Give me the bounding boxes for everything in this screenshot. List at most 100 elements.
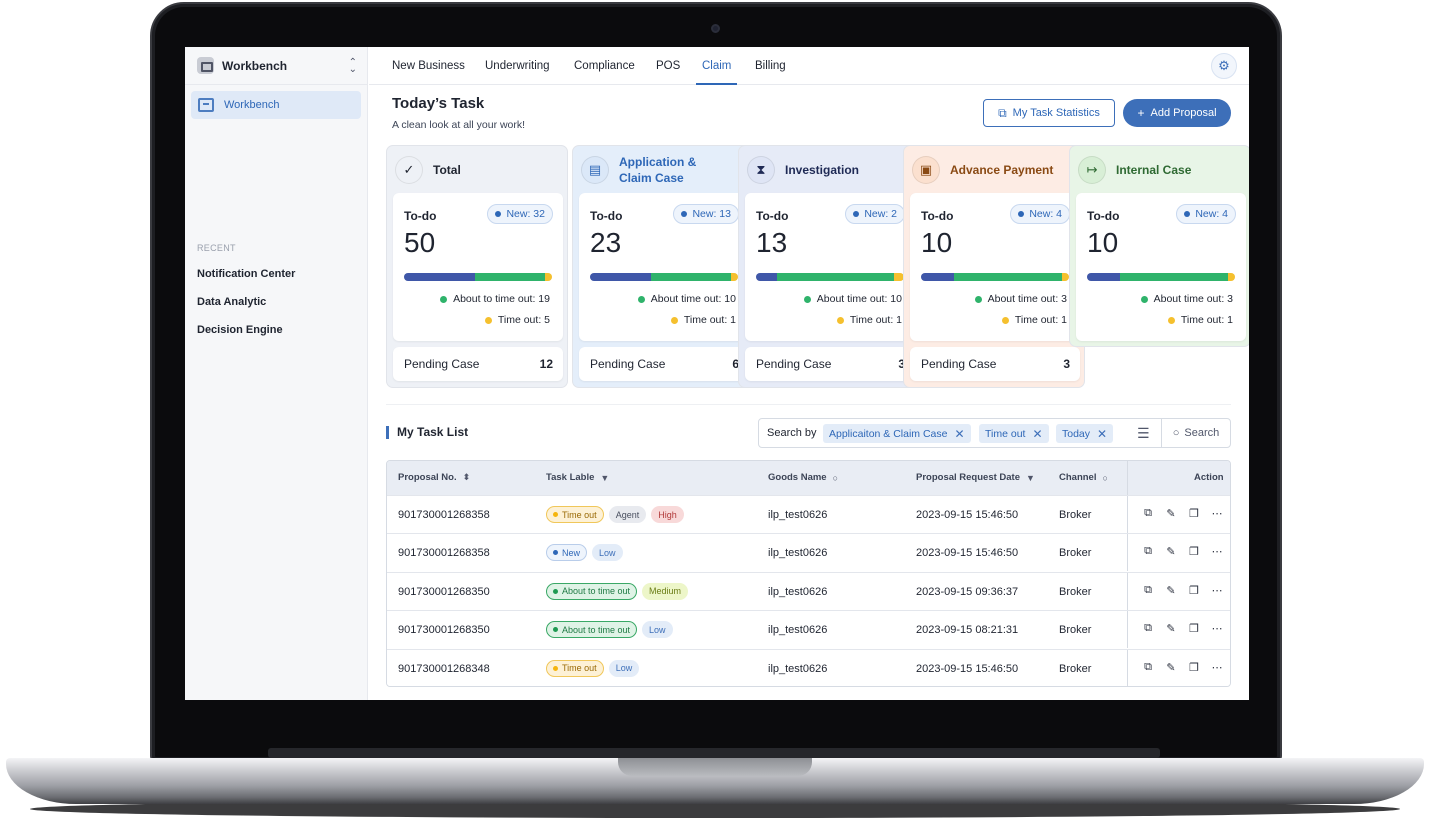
edit-icon[interactable]: ✎ [1164,661,1178,674]
recent-item-notification-center[interactable]: Notification Center [197,268,295,280]
copy-icon[interactable]: ❐ [1187,584,1201,597]
proposal-number[interactable]: 901730001268350 [398,586,490,598]
new-count-badge[interactable]: New: 4 [1176,204,1236,224]
tab-new-business[interactable]: New Business [392,47,465,85]
more-icon[interactable]: ⋯ [1210,661,1224,674]
status-progress-bar [590,273,738,281]
todo-count: 10 [921,227,953,258]
view-icon[interactable]: ⧉ [1141,622,1155,635]
more-icon[interactable]: ⋯ [1210,507,1224,520]
todo-label: To-do [590,209,623,223]
recent-item-decision-engine[interactable]: Decision Engine [197,324,283,336]
filter-chip-label: Applicaiton & Claim Case [829,427,948,440]
edit-icon[interactable]: ✎ [1164,507,1178,520]
view-icon[interactable]: ⧉ [1141,584,1155,597]
about-timeout-label: About time out: 10 [816,293,902,305]
task-card[interactable]: ⧗ Investigation To-do New: 2 13 About time ou… [738,145,920,388]
edit-icon[interactable]: ✎ [1164,622,1178,635]
tab-underwriting[interactable]: Underwriting [485,47,550,85]
proposal-number[interactable]: 901730001268350 [398,624,490,636]
table-row[interactable]: 901730001268350 About to time out Medium il… [387,571,1230,610]
request-date: 2023-09-15 15:46:50 [916,662,1019,675]
pending-case-row[interactable]: Pending Case 12 [393,347,563,381]
search-button[interactable]: ○ Search [1161,419,1230,447]
task-tags: About to time out Low [546,621,678,639]
copy-icon[interactable]: ❐ [1187,545,1201,558]
task-card[interactable]: ↦ Internal Case To-do New: 4 10 About time ou… [1069,145,1249,347]
tab-billing[interactable]: Billing [755,47,786,85]
tag-dot [553,665,558,671]
filter-chip-today[interactable]: Today ✕ [1056,424,1114,443]
pending-case-row[interactable]: Pending Case 3 [745,347,915,381]
settings-toggle-icon[interactable]: ⚙ [1211,53,1237,79]
column-header-goods[interactable]: Goods Name ○ [768,472,838,483]
tab-claim[interactable]: Claim [696,47,738,85]
proposal-number[interactable]: 901730001268348 [398,663,490,675]
more-icon[interactable]: ⋯ [1210,584,1224,597]
search-icon[interactable]: ○ [833,473,838,483]
my-task-statistics-button[interactable]: ⧉ My Task Statistics [983,99,1115,127]
new-count-badge[interactable]: New: 13 [673,204,739,224]
pending-case-row[interactable]: Pending Case 3 [910,347,1080,381]
column-header-channel[interactable]: Channel ○ [1059,472,1108,483]
workspace-switcher[interactable]: Workbench ⌃ ⌄ [185,47,368,85]
view-icon[interactable]: ⧉ [1141,507,1155,520]
goods-name: ilp_test0626 [768,547,828,560]
tab-pos[interactable]: POS [656,47,680,85]
sort-icon[interactable]: ⬍ [463,472,471,483]
table-row[interactable]: 901730001268358 New Low ilp_test0626 2023-09… [387,533,1230,572]
view-icon[interactable]: ⧉ [1141,661,1155,674]
task-card[interactable]: ▣ Advance Payment To-do New: 4 10 About time … [903,145,1085,388]
column-header-task-label[interactable]: Task Lable ▼ [546,472,609,483]
column-header-date[interactable]: Proposal Request Date ▼ [916,472,1035,483]
filter-icon[interactable]: ▼ [1026,473,1035,483]
green-dot [637,295,645,303]
tab-compliance[interactable]: Compliance [574,47,635,85]
pending-case-row[interactable]: Pending Case 6 [579,347,749,381]
close-icon[interactable]: ✕ [1097,427,1107,441]
new-count-badge[interactable]: New: 32 [487,204,553,224]
task-card[interactable]: ✓ Total To-do New: 32 50 About to time out: 1… [386,145,568,388]
task-tag-label: Medium [649,586,682,597]
recent-item-data-analytic[interactable]: Data Analytic [197,296,266,308]
channel: Broker [1059,662,1092,675]
close-icon[interactable]: ✕ [1032,427,1042,441]
more-icon[interactable]: ⋯ [1210,545,1224,558]
task-tag: High [651,506,684,523]
view-icon[interactable]: ⧉ [1141,545,1155,558]
table-row[interactable]: 901730001268350 About to time out Low ilp_t… [387,610,1230,649]
task-tag: Low [642,621,673,639]
close-icon[interactable]: ✕ [954,427,964,441]
sidebar-item-label: Workbench [224,99,280,111]
copy-icon[interactable]: ❐ [1187,622,1201,635]
new-count-badge[interactable]: New: 2 [845,204,905,224]
edit-icon[interactable]: ✎ [1164,545,1178,558]
search-icon[interactable]: ○ [1102,473,1107,483]
table-row[interactable]: 901730001268348 Time out Low ilp_test0626 20… [387,648,1230,686]
proposal-number[interactable]: 901730001268358 [398,509,490,521]
column-header-proposal[interactable]: Proposal No. ⬍ [398,472,470,483]
filter-chip-timeout[interactable]: Time out ✕ [979,424,1049,443]
edit-icon[interactable]: ✎ [1164,584,1178,597]
new-count-badge[interactable]: New: 4 [1010,204,1070,224]
proposal-number[interactable]: 901730001268358 [398,547,490,559]
card-title: Advance Payment [950,163,1054,177]
task-card[interactable]: ▤ Application & Claim Case To-do New: 13 23 A… [572,145,754,388]
more-icon[interactable]: ⋯ [1210,622,1224,635]
filter-chip-case[interactable]: Applicaiton & Claim Case ✕ [823,424,971,443]
sidebar-item-workbench[interactable]: Workbench [191,91,361,119]
tag-dot [553,512,558,517]
bar-segment-about [776,273,894,281]
add-proposal-button[interactable]: + Add Proposal [1123,99,1231,127]
copy-icon[interactable]: ❐ [1187,661,1201,674]
card-todo-panel: To-do New: 32 50 About to time out: 19 Time … [393,193,563,341]
timeout-label: Time out: 1 [683,314,736,326]
table-row[interactable]: 901730001268358 Time out Agent High ilp_test… [387,495,1230,533]
copy-icon[interactable]: ❐ [1187,507,1201,520]
check-badge-icon: ✓ [395,156,423,184]
goods-name: ilp_test0626 [768,624,828,637]
search-button-label: Search [1184,427,1220,439]
sliders-icon[interactable]: ☰ [1137,425,1150,442]
todo-label: To-do [404,209,437,223]
filter-icon[interactable]: ▼ [600,473,609,483]
